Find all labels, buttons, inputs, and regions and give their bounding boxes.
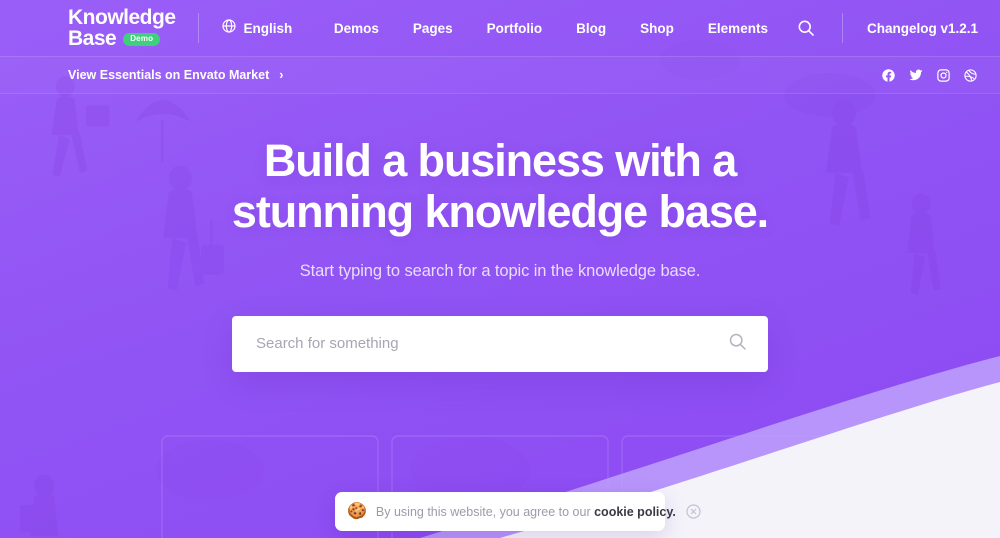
envato-essentials-label: View Essentials on Envato Market: [68, 68, 270, 82]
hero-subtitle: Start typing to search for a topic in th…: [299, 261, 701, 280]
nav-item-blog[interactable]: Blog: [576, 21, 606, 36]
search-input[interactable]: [256, 335, 727, 353]
globe-icon: [221, 18, 237, 39]
logo-text-knowledge: Knowledge: [68, 5, 176, 29]
close-circle-icon: [686, 504, 701, 519]
dribbble-icon[interactable]: [963, 68, 978, 83]
search-icon: [798, 20, 814, 36]
site-logo[interactable]: Knowledge Base Demo: [68, 5, 176, 49]
demo-badge: Demo: [123, 33, 161, 47]
search-icon: [729, 333, 746, 350]
cookie-message: By using this website, you agree to our …: [376, 505, 676, 519]
cookie-banner: 🍪 By using this website, you agree to ou…: [335, 492, 701, 531]
page-background: Knowledge Base Demo English Demos Pages …: [0, 0, 1000, 538]
cookie-close-button[interactable]: [685, 503, 703, 521]
social-links: [881, 67, 978, 83]
cookie-message-plain: By using this website, you agree to our: [375, 504, 595, 519]
nav-item-pages[interactable]: Pages: [413, 21, 453, 36]
logo-line-2: Base Demo: [68, 28, 176, 49]
instagram-icon[interactable]: [936, 68, 951, 83]
nav-search-button[interactable]: [796, 18, 816, 38]
language-label: English: [243, 20, 293, 36]
logo-line-1: Knowledge: [68, 5, 176, 29]
nav-item-elements[interactable]: Elements: [708, 21, 768, 36]
headline-line-1: Build a business with a: [263, 135, 737, 186]
changelog-divider: [841, 13, 843, 43]
chevron-right-icon: ›: [279, 68, 284, 82]
top-navigation-bar: Knowledge Base Demo English Demos Pages …: [0, 0, 1000, 56]
logo-text-base: Base: [68, 27, 117, 50]
hero-section: Build a business with a stunning knowled…: [0, 94, 1000, 372]
language-selector[interactable]: English: [221, 18, 293, 39]
nav-item-shop[interactable]: Shop: [640, 21, 674, 36]
changelog-link[interactable]: Changelog v1.2.1: [867, 21, 978, 36]
page-title: Build a business with a stunning knowled…: [231, 135, 769, 238]
nav-item-demos[interactable]: Demos: [334, 21, 379, 36]
secondary-bar: View Essentials on Envato Market ›: [0, 56, 1000, 94]
cookie-icon: 🍪: [347, 502, 367, 520]
headline-line-2: stunning knowledge base.: [231, 185, 769, 237]
search-submit-button[interactable]: [727, 331, 748, 357]
twitter-icon[interactable]: [908, 67, 924, 83]
envato-essentials-link[interactable]: View Essentials on Envato Market ›: [68, 68, 283, 82]
logo-divider: [197, 13, 199, 43]
nav-links: Demos Pages Portfolio Blog Shop Elements: [334, 21, 768, 36]
facebook-icon[interactable]: [881, 68, 896, 83]
hero-search-box[interactable]: [232, 315, 768, 372]
nav-item-portfolio[interactable]: Portfolio: [487, 21, 543, 36]
cookie-policy-link[interactable]: cookie policy.: [594, 505, 676, 519]
